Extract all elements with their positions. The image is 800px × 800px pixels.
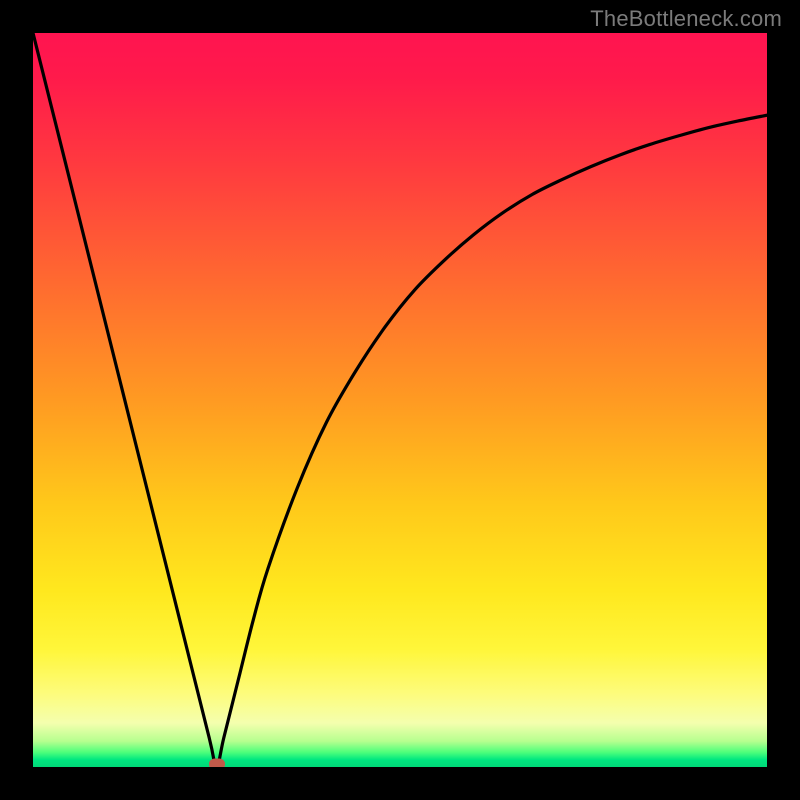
- watermark-text: TheBottleneck.com: [590, 6, 782, 32]
- chart-frame: TheBottleneck.com: [0, 0, 800, 800]
- optimum-marker: [209, 759, 225, 768]
- bottleneck-curve: [33, 33, 767, 767]
- plot-area: [33, 33, 767, 767]
